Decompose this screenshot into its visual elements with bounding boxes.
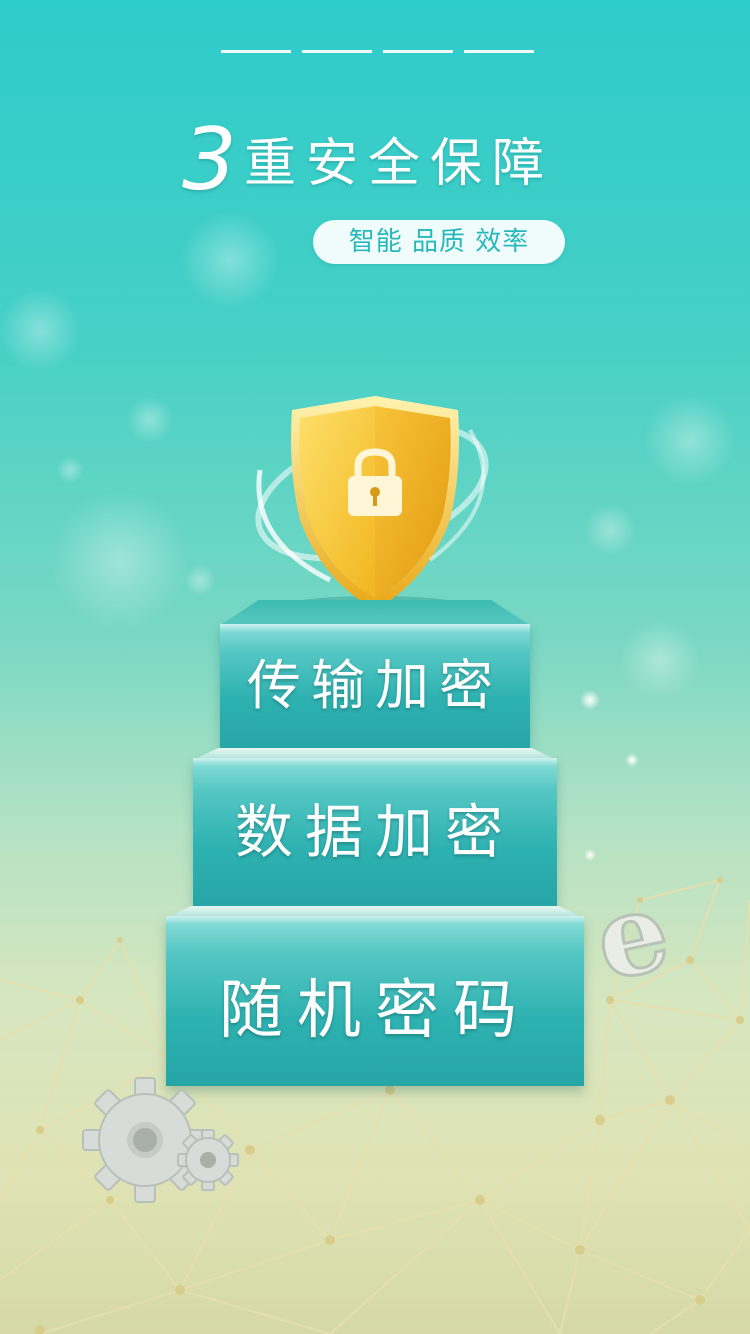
svg-text:e: e xyxy=(584,865,679,1006)
e-letter-icon: e xyxy=(583,863,681,1007)
decor-icons: e xyxy=(82,863,681,1203)
gear-icon xyxy=(82,1077,239,1203)
